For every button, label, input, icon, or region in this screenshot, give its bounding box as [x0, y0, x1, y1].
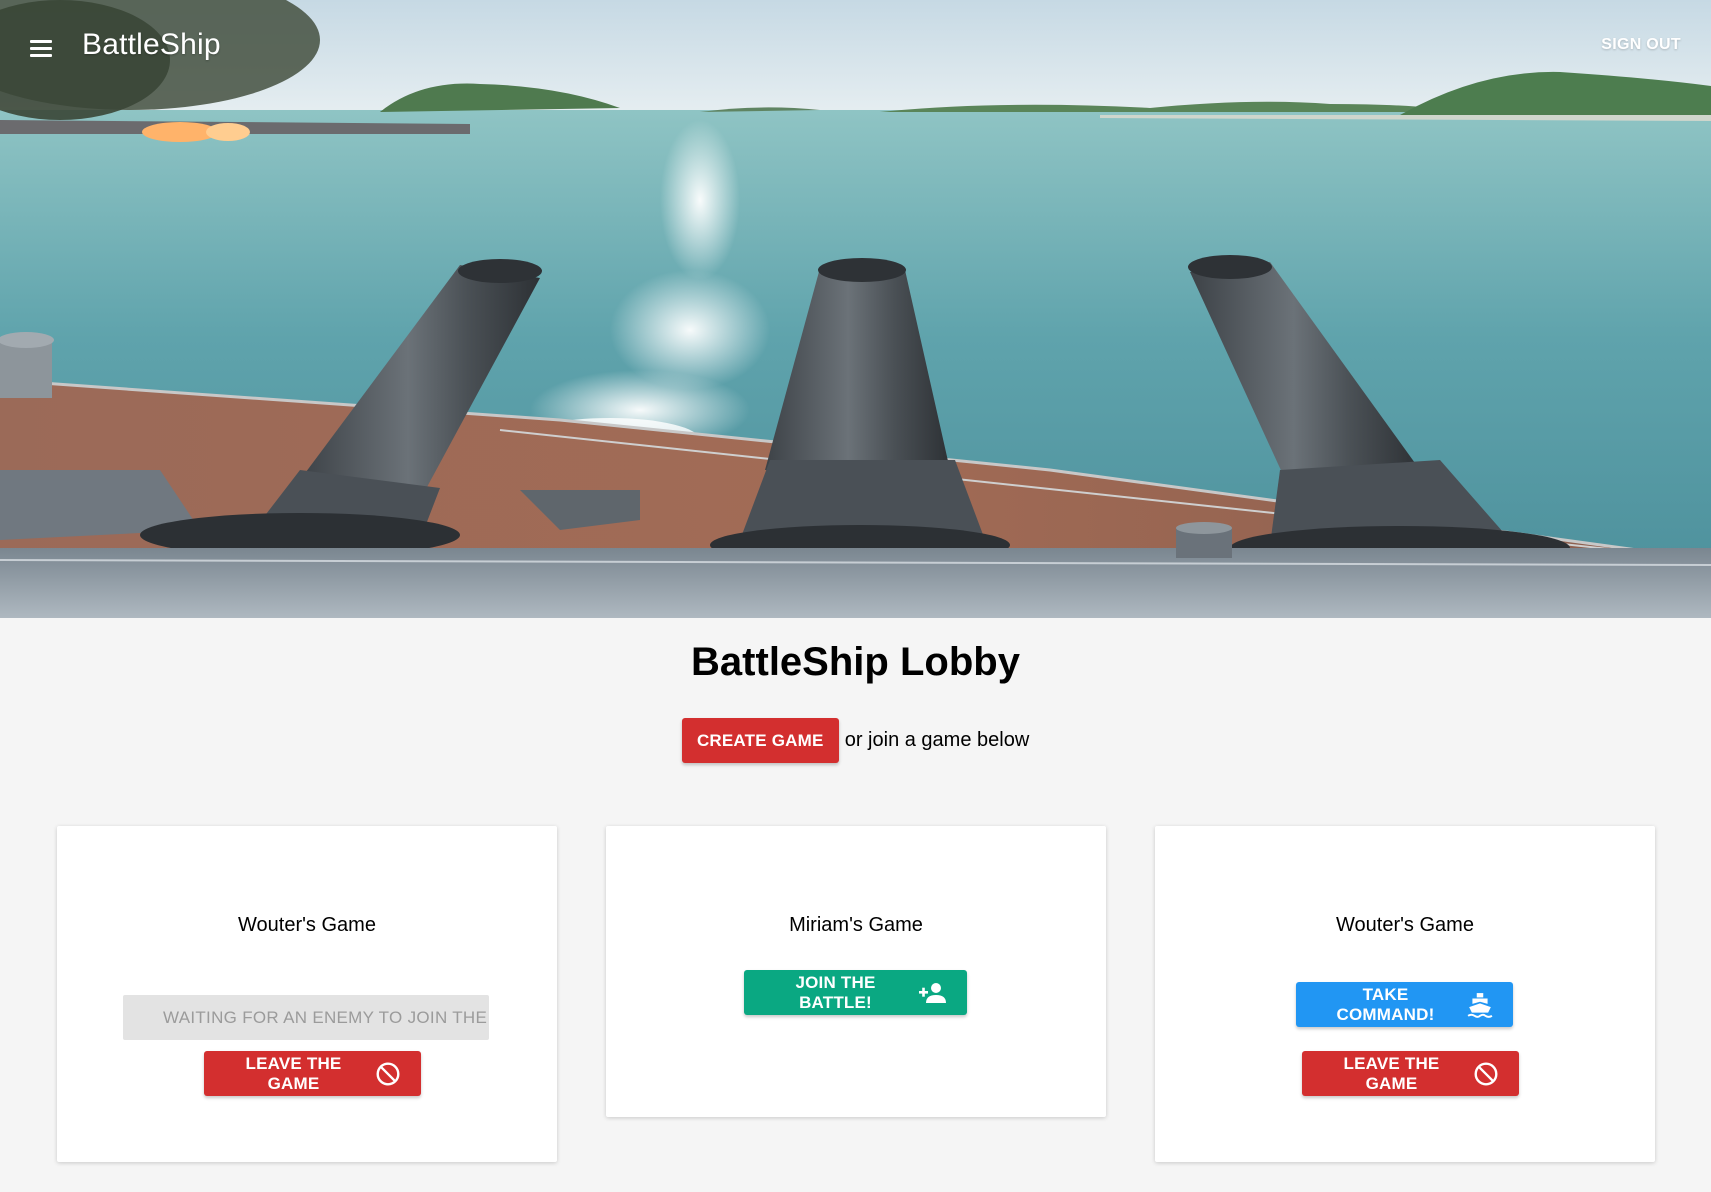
waiting-status: WAITING FOR AN ENEMY TO JOIN THE [123, 995, 489, 1040]
take-command-label: TAKE COMMAND! [1336, 984, 1435, 1024]
hero-banner: BattleShip SIGN OUT [0, 0, 1711, 618]
game-title: Miriam's Game [789, 914, 923, 936]
sign-out-button[interactable]: SIGN OUT [1601, 36, 1681, 54]
block-icon [375, 1061, 401, 1087]
game-card: Wouter's Game TAKE COMMAND! LEAVE THE GA… [1155, 826, 1655, 1162]
create-game-row: CREATE GAME or join a game below [0, 718, 1711, 763]
page-title: BattleShip Lobby [691, 640, 1020, 684]
join-battle-label: JOIN THE BATTLE! [795, 972, 876, 1012]
take-command-button[interactable]: TAKE COMMAND! [1296, 982, 1513, 1027]
leave-game-button[interactable]: LEAVE THE GAME [1302, 1051, 1519, 1096]
create-game-hint: or join a game below [844, 729, 1030, 751]
block-icon [1473, 1061, 1499, 1087]
leave-game-label: LEAVE THE GAME [1343, 1053, 1440, 1093]
app-bar: BattleShip SIGN OUT [0, 0, 1711, 96]
game-card: Wouter's Game WAITING FOR AN ENEMY TO JO… [57, 826, 557, 1162]
app-title: BattleShip [82, 28, 221, 61]
person-add-icon [919, 982, 947, 1004]
ship-icon [1467, 992, 1493, 1018]
leave-game-label: LEAVE THE GAME [245, 1053, 342, 1093]
create-game-button[interactable]: CREATE GAME [681, 718, 839, 763]
leave-game-button[interactable]: LEAVE THE GAME [204, 1051, 421, 1096]
game-card: Miriam's Game JOIN THE BATTLE! [606, 826, 1106, 1117]
game-title: Wouter's Game [238, 914, 376, 936]
hamburger-menu-icon[interactable] [26, 34, 58, 62]
game-title: Wouter's Game [1336, 914, 1474, 936]
join-battle-button[interactable]: JOIN THE BATTLE! [744, 970, 967, 1015]
